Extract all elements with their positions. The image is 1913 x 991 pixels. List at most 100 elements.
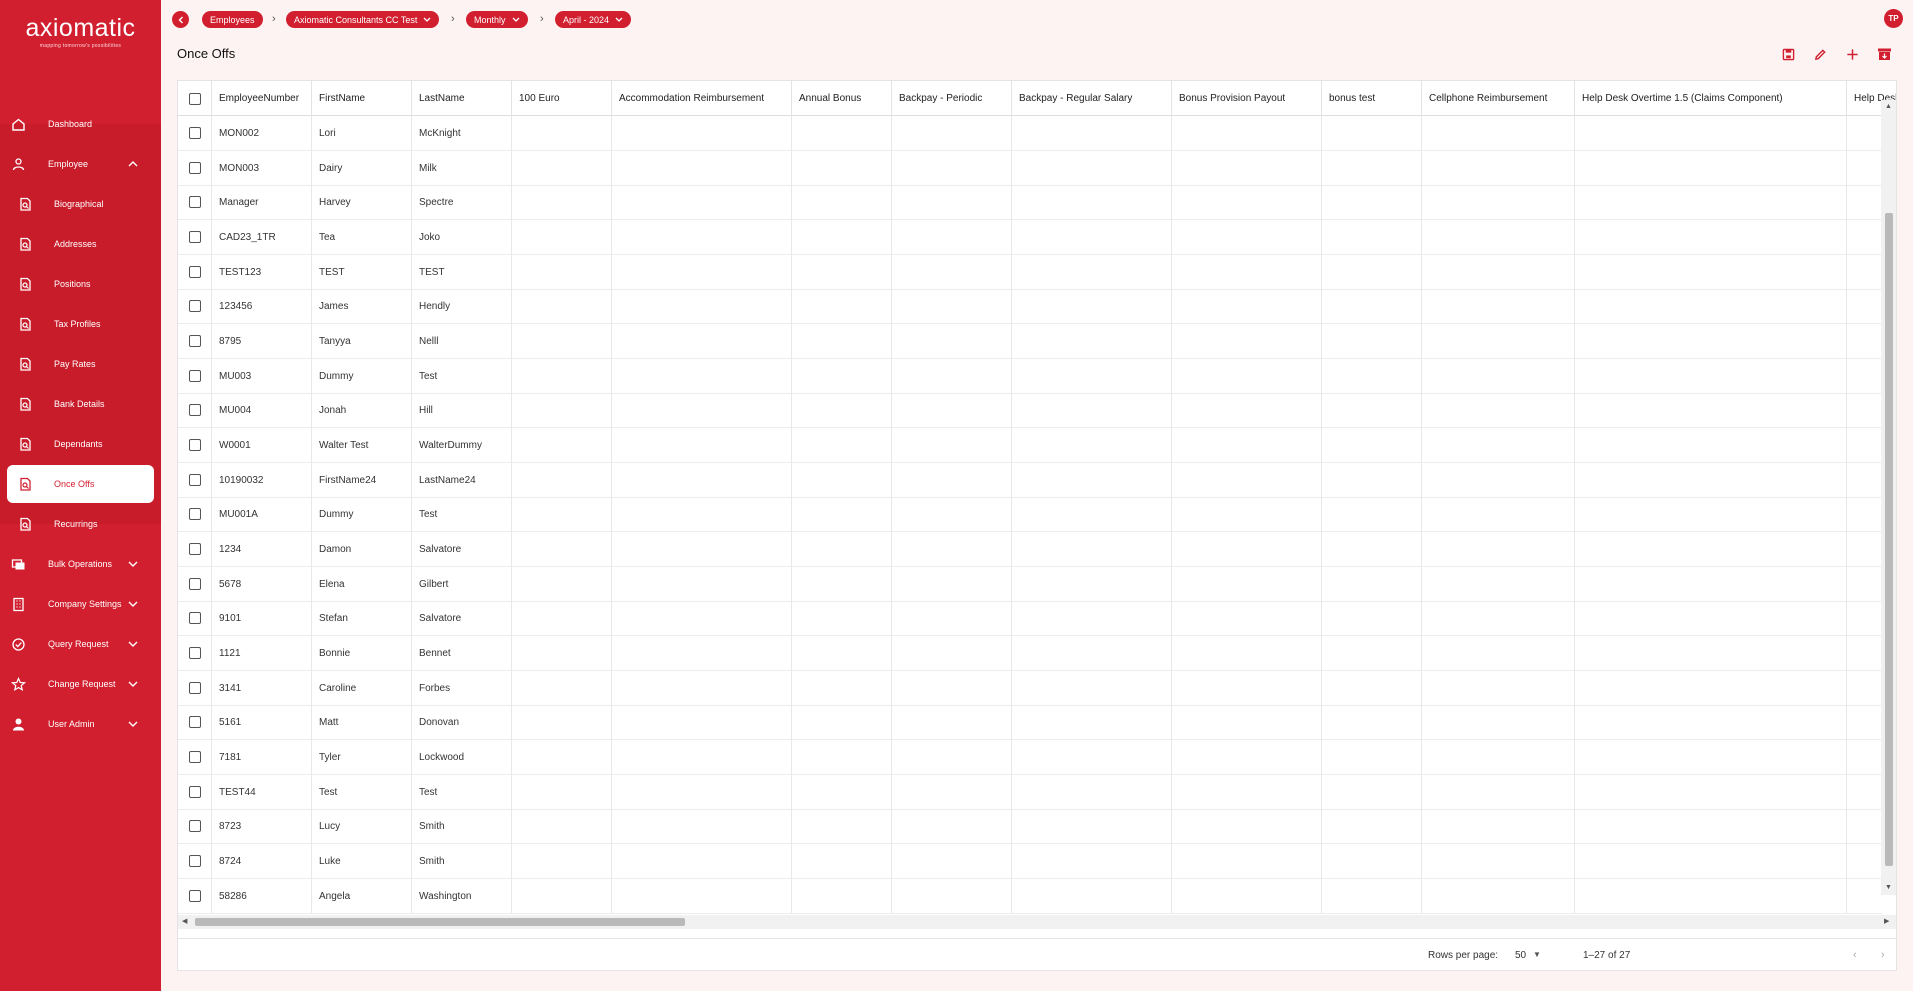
table-cell[interactable] — [1422, 393, 1575, 427]
breadcrumb-period-select[interactable]: April - 2024 — [555, 11, 632, 28]
table-cell[interactable] — [512, 497, 612, 531]
table-row[interactable]: 5678 Elena Gilbert — [178, 567, 1882, 602]
column-header-lastname[interactable]: LastName — [412, 81, 512, 116]
table-cell[interactable] — [612, 844, 792, 878]
table-cell[interactable] — [1575, 809, 1847, 843]
table-cell[interactable] — [512, 740, 612, 774]
table-cell[interactable] — [1012, 567, 1172, 601]
row-checkbox[interactable] — [188, 127, 201, 139]
table-cell[interactable] — [1172, 740, 1322, 774]
table-cell[interactable] — [1422, 324, 1575, 358]
table-cell[interactable] — [1172, 393, 1322, 427]
table-cell[interactable] — [792, 879, 892, 913]
table-cell[interactable] — [892, 359, 1012, 393]
table-cell[interactable] — [1172, 324, 1322, 358]
table-cell[interactable] — [1012, 705, 1172, 739]
row-checkbox[interactable] — [188, 370, 201, 382]
table-cell[interactable] — [1322, 532, 1422, 566]
table-cell[interactable] — [1575, 359, 1847, 393]
breadcrumb-frequency-select[interactable]: Monthly — [466, 11, 528, 28]
table-row[interactable]: 10190032 FirstName24 LastName24 — [178, 463, 1882, 498]
scroll-down-icon[interactable]: ▼ — [1885, 884, 1892, 891]
breadcrumb-company-select[interactable]: Axiomatic Consultants CC Test — [286, 11, 440, 28]
table-cell[interactable] — [1575, 705, 1847, 739]
table-cell[interactable] — [892, 116, 1012, 150]
sidebar-item-biographical[interactable]: Biographical — [0, 184, 161, 224]
avatar[interactable]: TP — [1884, 9, 1903, 28]
table-cell[interactable] — [792, 532, 892, 566]
table-cell[interactable] — [792, 740, 892, 774]
table-cell[interactable] — [1575, 879, 1847, 913]
table-cell[interactable] — [612, 705, 792, 739]
table-cell[interactable] — [1172, 359, 1322, 393]
add-button[interactable] — [1843, 45, 1861, 63]
table-cell[interactable] — [1012, 636, 1172, 670]
table-row[interactable]: 1234 Damon Salvatore — [178, 532, 1882, 567]
table-cell[interactable] — [1172, 116, 1322, 150]
table-row[interactable]: 8724 Luke Smith — [178, 844, 1882, 879]
table-cell[interactable] — [1172, 775, 1322, 809]
table-cell[interactable] — [512, 601, 612, 635]
table-cell[interactable] — [1012, 740, 1172, 774]
table-cell[interactable] — [612, 289, 792, 323]
table-cell[interactable] — [1322, 393, 1422, 427]
table-cell[interactable] — [892, 671, 1012, 705]
sidebar-item-employee[interactable]: Employee — [0, 144, 161, 184]
sidebar-item-once-offs[interactable]: Once Offs — [7, 465, 154, 503]
table-cell[interactable] — [792, 809, 892, 843]
table-cell[interactable] — [1575, 567, 1847, 601]
row-checkbox[interactable] — [188, 439, 201, 451]
table-cell[interactable] — [1322, 775, 1422, 809]
table-cell[interactable] — [1422, 567, 1575, 601]
table-cell[interactable] — [1012, 289, 1172, 323]
table-cell[interactable] — [1422, 844, 1575, 878]
table-row[interactable]: MON003 Dairy Milk — [178, 151, 1882, 186]
table-cell[interactable] — [1322, 809, 1422, 843]
table-row[interactable]: W0001 Walter Test WalterDummy — [178, 428, 1882, 463]
table-cell[interactable] — [1422, 359, 1575, 393]
column-header-employeenumber[interactable]: EmployeeNumber — [212, 81, 312, 116]
table-cell[interactable] — [892, 601, 1012, 635]
table-cell[interactable] — [1575, 116, 1847, 150]
table-row[interactable]: TEST44 Test Test — [178, 775, 1882, 810]
table-cell[interactable] — [1012, 428, 1172, 462]
table-cell[interactable] — [792, 185, 892, 219]
table-cell[interactable] — [1012, 324, 1172, 358]
table-cell[interactable] — [792, 151, 892, 185]
table-row[interactable]: 8723 Lucy Smith — [178, 809, 1882, 844]
table-cell[interactable] — [892, 151, 1012, 185]
sidebar-item-bulk-operations[interactable]: Bulk Operations — [0, 544, 161, 584]
table-cell[interactable] — [892, 185, 1012, 219]
table-cell[interactable] — [1575, 393, 1847, 427]
table-cell[interactable] — [512, 567, 612, 601]
sidebar-item-dependants[interactable]: Dependants — [0, 424, 161, 464]
column-header-accommodation-reimbursement[interactable]: Accommodation Reimbursement — [612, 81, 792, 116]
table-cell[interactable] — [892, 289, 1012, 323]
table-cell[interactable] — [1322, 324, 1422, 358]
table-cell[interactable] — [1575, 601, 1847, 635]
row-checkbox[interactable] — [188, 266, 201, 278]
table-cell[interactable] — [1012, 151, 1172, 185]
table-cell[interactable] — [1322, 151, 1422, 185]
table-cell[interactable] — [1172, 567, 1322, 601]
table-row[interactable]: 9101 Stefan Salvatore — [178, 601, 1882, 636]
table-row[interactable]: 5161 Matt Donovan — [178, 705, 1882, 740]
table-cell[interactable] — [1012, 185, 1172, 219]
table-cell[interactable] — [892, 636, 1012, 670]
sidebar-item-change-request[interactable]: Change Request — [0, 664, 161, 704]
edit-button[interactable] — [1811, 45, 1829, 63]
table-cell[interactable] — [512, 185, 612, 219]
row-checkbox[interactable] — [188, 578, 201, 590]
table-cell[interactable] — [512, 393, 612, 427]
table-cell[interactable] — [1422, 671, 1575, 705]
sidebar-item-pay-rates[interactable]: Pay Rates — [0, 344, 161, 384]
row-checkbox[interactable] — [188, 612, 201, 624]
caret-down-icon[interactable]: ▼ — [1533, 950, 1541, 959]
table-cell[interactable] — [1322, 359, 1422, 393]
row-checkbox[interactable] — [188, 855, 201, 867]
sidebar-item-positions[interactable]: Positions — [0, 264, 161, 304]
table-cell[interactable] — [1172, 532, 1322, 566]
table-cell[interactable] — [1575, 220, 1847, 254]
table-cell[interactable] — [792, 636, 892, 670]
scroll-left-icon[interactable]: ◀ — [182, 917, 187, 925]
